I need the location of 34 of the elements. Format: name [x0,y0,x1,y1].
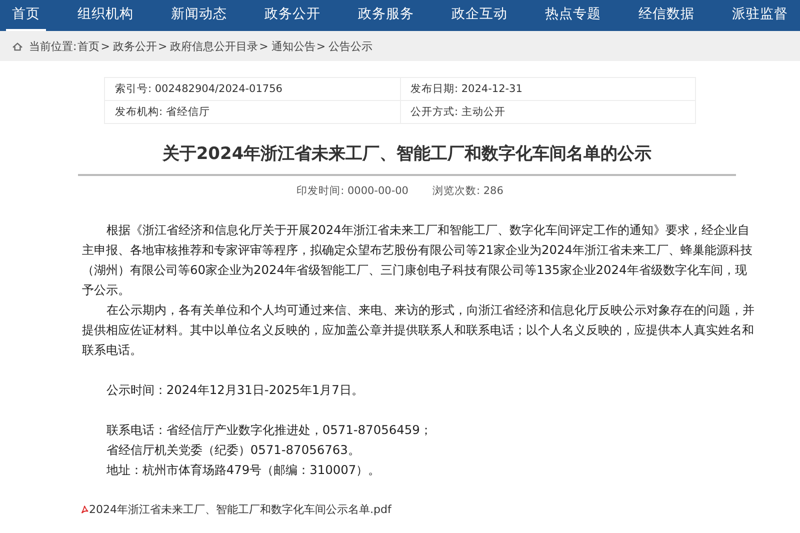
breadcrumb-link[interactable]: 公告公示 [328,38,373,54]
table-cell: 公开方式: 主动公开 [400,100,696,124]
table-cell: 发布机构: 省经信厅 [104,100,400,124]
paragraph: 在公示期内，各有关单位和个人均可通过来信、来电、来访的形式，向浙江省经济和信息化厅反映公示对象存在的问题，并提供相应佐证材料。其中以单位名义反映的，应加盖公章并提供联系人和联系电话；以个人名义反映的，应提供本人真实姓名和联系电话。 [82,302,756,359]
breadcrumb-link[interactable]: 首页 [78,38,100,54]
pdf-icon [80,505,89,514]
home-icon [12,42,23,50]
meta-text: 印发时间: 0000-00-00 [296,184,408,198]
nav-item[interactable]: 政务公开 [258,0,326,31]
attachment-link[interactable]: 2024年浙江省未来工厂、智能工厂和数字化车间公示名单.pdf [80,502,392,517]
nav-item[interactable]: 新闻动态 [165,0,233,31]
table-cell: 索引号: 002482904/2024-01756 [104,78,400,100]
separator-icon: > [259,40,268,52]
separator-icon: > [100,40,110,52]
nav-item[interactable]: 经信数据 [632,0,700,31]
paragraph: 根据《浙江省经济和信息化厅关于开展2024年浙江省未来工厂和智能工厂、数字化车间评定工作的通知》要求，经企业自主申报、各地审核推荐和专家评审等程序，拟确定众望布艺股份有限公司等21家企业为2024年浙江省未来工厂、蜂巢能源科技（湖州）有限公司等60家企业为2024年省级智能工厂、三门康创电子科技有限公司等135家企业2024年省级数字化车间，现予公示。 [82,222,754,299]
breadcrumb-link[interactable]: 通知公告 [271,38,316,54]
table-cell: 发布日期: 2024-12-31 [400,78,696,100]
contact-line: 省经信厅机关党委（纪委）0571-87056763。 [105,442,361,459]
breadcrumb-link[interactable]: 政府信息公开目录 [170,38,258,54]
contact-line: 地址：杭州市体育场路479号（邮编：310007）。 [105,462,382,479]
nav-item[interactable]: 政企互动 [446,0,514,31]
breadcrumb-link[interactable]: 政务公开 [112,38,157,54]
notice-time: 公示时间：2024年12月31日-2025年1月7日。 [105,382,364,399]
nav-item[interactable]: 组织机构 [72,0,140,31]
breadcrumb-label: 当前位置: [29,38,77,54]
article-title: 关于2024年浙江省未来工厂、智能工厂和数字化车间名单的公示 [78,142,736,176]
nav-item[interactable]: 政务服务 [352,0,420,31]
nav-item[interactable]: 热点专题 [539,0,607,31]
separator-icon: > [158,40,168,52]
separator-icon: > [316,40,326,52]
contact-line: 联系电话：省经信厅产业数字化推进处，0571-87056459； [105,422,433,439]
nav-item[interactable]: 派驻监督 [726,0,794,31]
meta-text: 浏览次数: 286 [432,184,504,198]
